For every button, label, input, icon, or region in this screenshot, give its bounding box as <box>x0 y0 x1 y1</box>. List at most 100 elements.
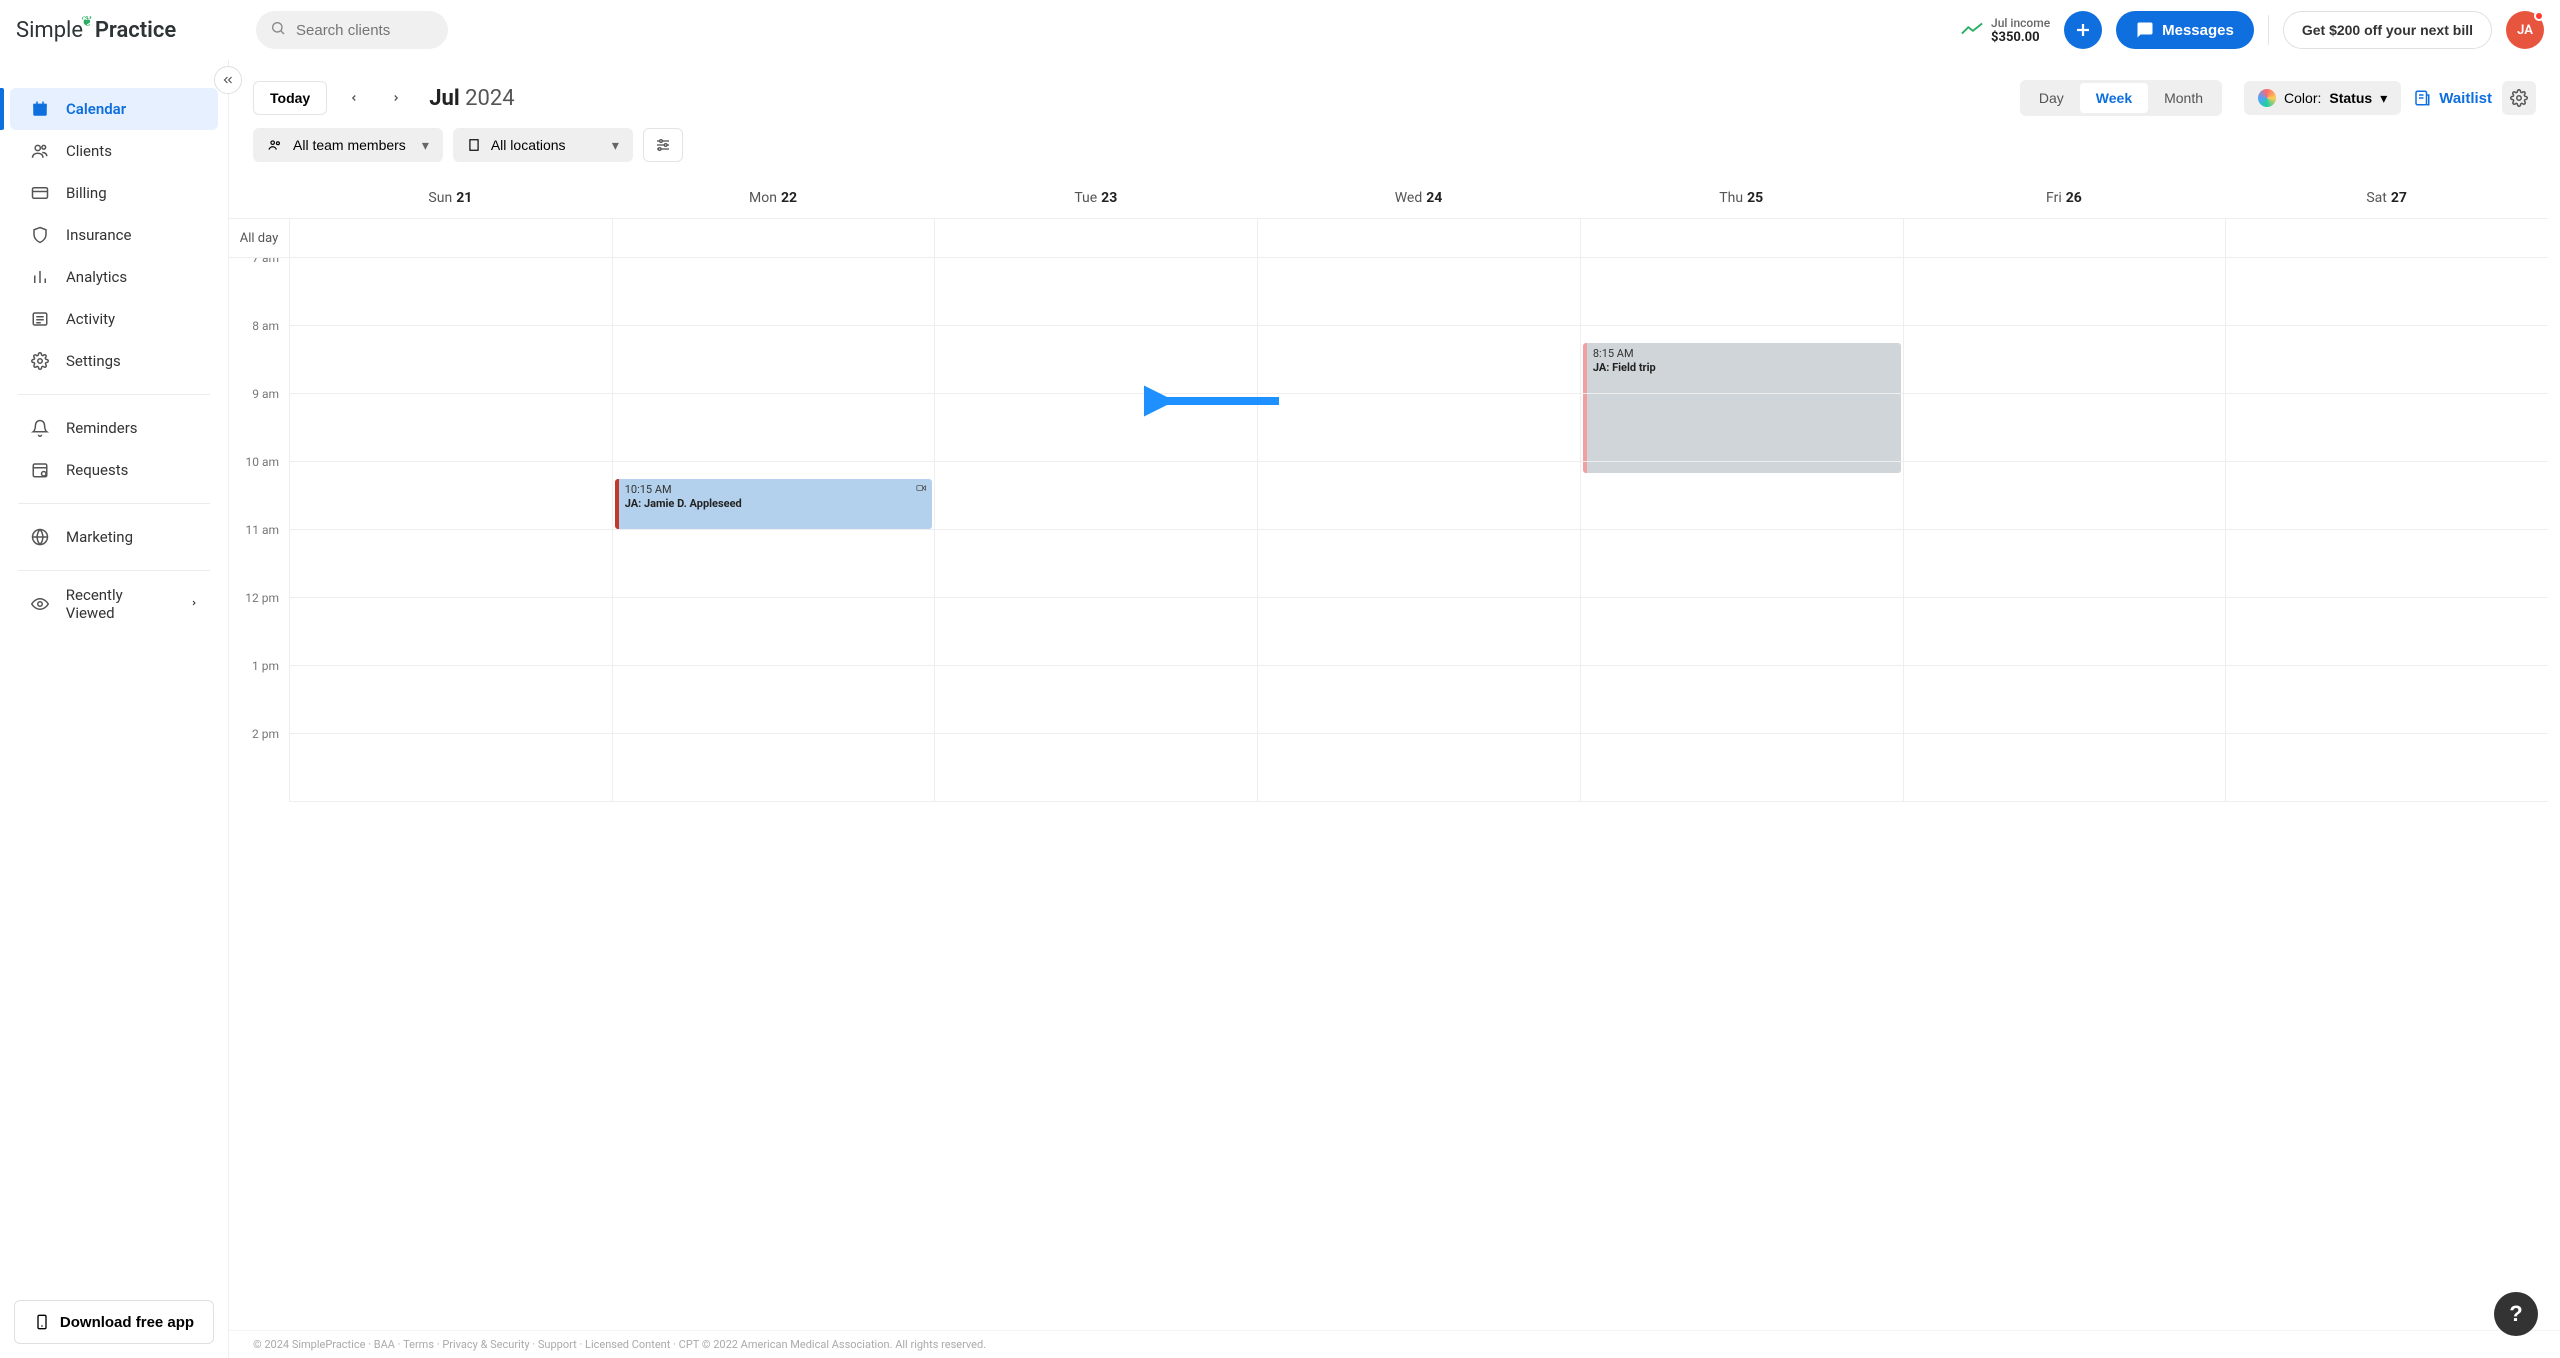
sidebar-item-reminders[interactable]: Reminders <box>10 407 218 449</box>
hour-cell[interactable] <box>1257 734 1580 802</box>
view-day[interactable]: Day <box>2023 83 2080 113</box>
allday-slot[interactable] <box>1903 219 2226 257</box>
income-widget[interactable]: Jul income $350.00 <box>1961 16 2050 45</box>
add-button[interactable] <box>2064 11 2102 49</box>
hour-cell[interactable] <box>289 258 612 326</box>
filter-sliders-button[interactable] <box>643 128 683 162</box>
hour-cell[interactable] <box>2225 598 2548 666</box>
hour-cell[interactable] <box>2225 734 2548 802</box>
hour-cell[interactable] <box>289 462 612 530</box>
hour-cell[interactable] <box>1580 734 1903 802</box>
download-app-button[interactable]: Download free app <box>14 1300 214 1344</box>
allday-slot[interactable] <box>1580 219 1903 257</box>
hour-cell[interactable] <box>2225 394 2548 462</box>
hour-cell[interactable] <box>1257 258 1580 326</box>
hour-cell[interactable] <box>612 598 935 666</box>
hour-cell[interactable] <box>612 530 935 598</box>
hour-cell[interactable] <box>2225 462 2548 530</box>
hour-cell[interactable] <box>1903 530 2226 598</box>
hour-cell[interactable] <box>1580 598 1903 666</box>
hour-cell[interactable] <box>1257 462 1580 530</box>
hour-cell[interactable] <box>934 326 1257 394</box>
allday-slot[interactable] <box>1257 219 1580 257</box>
hour-cell[interactable] <box>289 326 612 394</box>
filter-location[interactable]: All locations ▾ <box>453 128 633 162</box>
hour-cell[interactable] <box>1580 326 1903 394</box>
hour-cell[interactable] <box>934 258 1257 326</box>
hour-cell[interactable] <box>612 462 935 530</box>
hour-cell[interactable] <box>1903 326 2226 394</box>
promo-button[interactable]: Get $200 off your next bill <box>2283 11 2492 49</box>
hour-cell[interactable] <box>1580 462 1903 530</box>
hour-cell[interactable]: 8:15 AMJA: Field trip <box>1580 258 1903 326</box>
hour-cell[interactable] <box>1257 598 1580 666</box>
hour-cell[interactable] <box>1257 326 1580 394</box>
hour-cell[interactable] <box>1257 394 1580 462</box>
sidebar-item-requests[interactable]: Requests <box>10 449 218 491</box>
filter-team[interactable]: All team members ▾ <box>253 128 443 162</box>
messages-button[interactable]: Messages <box>2116 11 2254 49</box>
hour-cell[interactable] <box>1903 598 2226 666</box>
hour-cell[interactable] <box>612 326 935 394</box>
hour-cell[interactable] <box>612 394 935 462</box>
hour-cell[interactable] <box>934 598 1257 666</box>
sidebar-item-label: Settings <box>66 352 121 370</box>
hour-cell[interactable] <box>934 462 1257 530</box>
collapse-sidebar-button[interactable] <box>214 66 242 94</box>
hour-cell[interactable] <box>2225 530 2548 598</box>
grid-scroll[interactable]: 7 am10:15 AMJA: Jamie D. Appleseed8:15 A… <box>229 258 2548 1330</box>
hour-cell[interactable] <box>1903 258 2226 326</box>
view-month[interactable]: Month <box>2148 83 2219 113</box>
hour-cell[interactable] <box>1580 666 1903 734</box>
hour-cell[interactable] <box>1580 530 1903 598</box>
prev-button[interactable] <box>339 81 369 115</box>
hour-cell[interactable] <box>2225 326 2548 394</box>
sidebar-item-analytics[interactable]: Analytics <box>10 256 218 298</box>
hour-cell[interactable] <box>1903 734 2226 802</box>
help-button[interactable]: ? <box>2494 1292 2538 1336</box>
hour-cell[interactable] <box>1903 394 2226 462</box>
view-week[interactable]: Week <box>2080 83 2148 113</box>
sidebar-item-clients[interactable]: Clients <box>10 130 218 172</box>
hour-cell[interactable] <box>1903 462 2226 530</box>
hour-cell[interactable] <box>612 734 935 802</box>
allday-slot[interactable] <box>612 219 935 257</box>
allday-slot[interactable] <box>289 219 612 257</box>
sidebar-item-billing[interactable]: Billing <box>10 172 218 214</box>
hour-cell[interactable] <box>934 394 1257 462</box>
color-selector[interactable]: Color: Status ▾ <box>2244 81 2401 115</box>
logo[interactable]: Simple❦Practice <box>16 18 216 43</box>
sidebar-item-marketing[interactable]: Marketing <box>10 516 218 558</box>
allday-slot[interactable] <box>2225 219 2548 257</box>
hour-cell[interactable] <box>1257 666 1580 734</box>
hour-cell[interactable] <box>2225 258 2548 326</box>
header-right: Jul income $350.00 Messages Get $200 off… <box>1961 11 2544 49</box>
hour-cell[interactable] <box>289 666 612 734</box>
sidebar-item-recently-viewed[interactable]: Recently Viewed <box>10 583 218 625</box>
hour-cell[interactable] <box>934 666 1257 734</box>
hour-cell[interactable] <box>289 598 612 666</box>
hour-cell[interactable] <box>934 734 1257 802</box>
hour-cell[interactable] <box>2225 666 2548 734</box>
hour-cell[interactable] <box>289 530 612 598</box>
day-header: Tue 23 <box>934 178 1257 218</box>
hour-cell[interactable] <box>1903 666 2226 734</box>
hour-cell[interactable] <box>289 734 612 802</box>
hour-cell[interactable] <box>1257 530 1580 598</box>
next-button[interactable] <box>381 81 411 115</box>
allday-slot[interactable] <box>934 219 1257 257</box>
calendar-filters: All team members ▾ All locations ▾ <box>229 128 2560 178</box>
avatar[interactable]: JA <box>2506 11 2544 49</box>
hour-cell[interactable] <box>934 530 1257 598</box>
sidebar-item-insurance[interactable]: Insurance <box>10 214 218 256</box>
sidebar-item-calendar[interactable]: Calendar <box>10 88 218 130</box>
hour-cell[interactable]: 10:15 AMJA: Jamie D. Appleseed <box>612 258 935 326</box>
hour-cell[interactable] <box>612 666 935 734</box>
sidebar-item-activity[interactable]: Activity <box>10 298 218 340</box>
sidebar-item-settings[interactable]: Settings <box>10 340 218 382</box>
hour-cell[interactable] <box>1580 394 1903 462</box>
today-button[interactable]: Today <box>253 81 327 115</box>
hour-cell[interactable] <box>289 394 612 462</box>
calendar-settings-button[interactable] <box>2502 81 2536 115</box>
waitlist-button[interactable]: Waitlist <box>2413 89 2492 107</box>
